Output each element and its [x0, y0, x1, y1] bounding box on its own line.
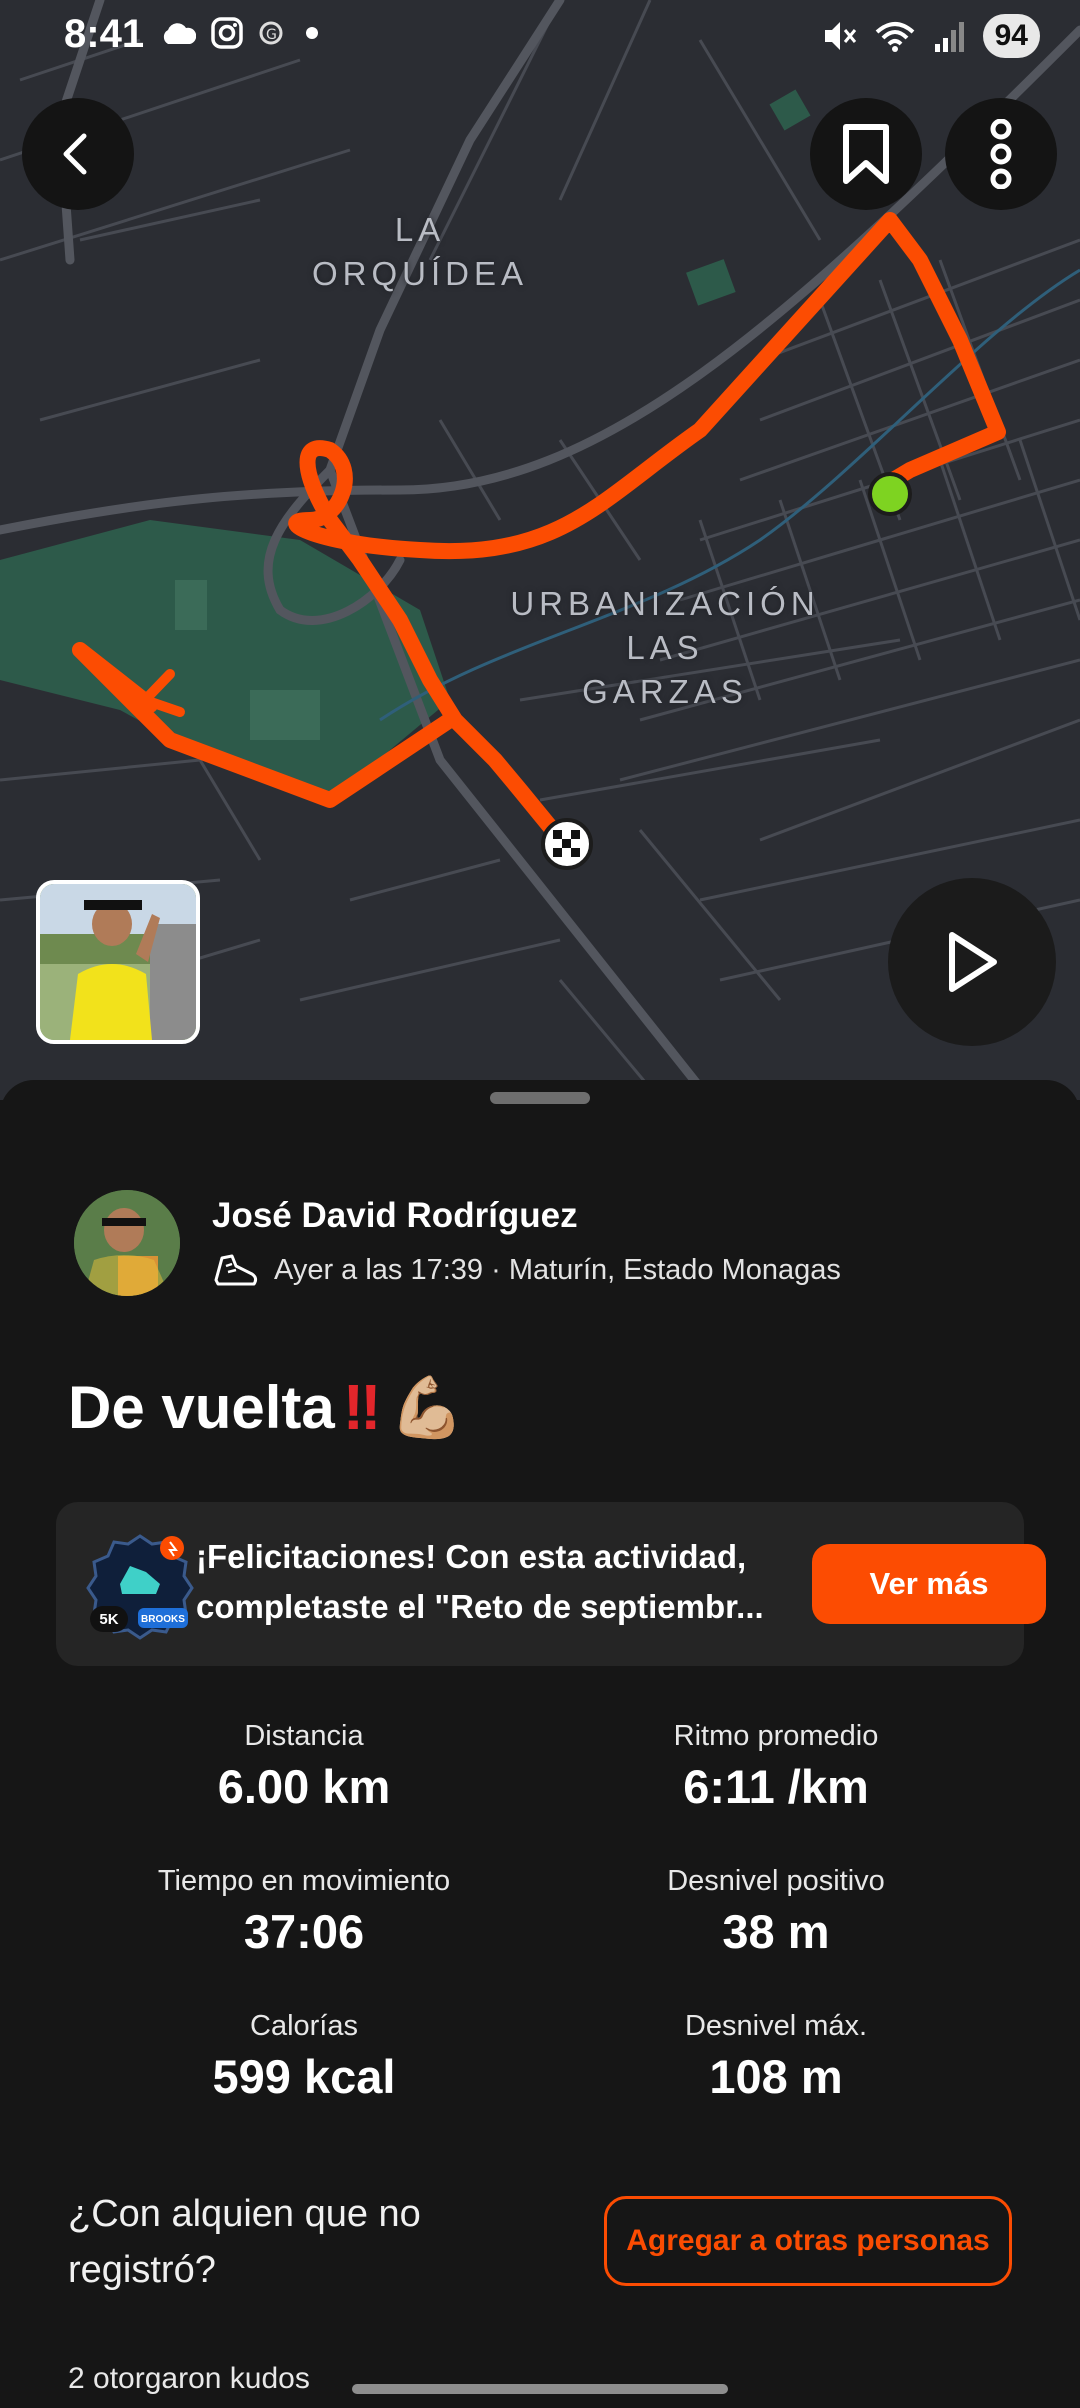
challenge-line-2: completaste el "Reto de septiembr... — [196, 1588, 764, 1625]
mute-icon — [824, 22, 856, 50]
wifi-icon — [875, 22, 914, 52]
bookmark-icon — [843, 124, 889, 184]
more-options-button[interactable] — [945, 98, 1057, 210]
signal-icon — [934, 22, 964, 52]
map-label-urbanizacion: URBANIZACIÓN LAS GARZAS — [510, 585, 820, 710]
avatar[interactable] — [74, 1190, 180, 1296]
stat-label: Ritmo promedio — [673, 1720, 879, 1752]
activity-title-text: De vuelta — [68, 1373, 335, 1441]
activity-title: De vuelta ‼ 💪🏼 — [68, 1370, 464, 1444]
instagram-icon — [211, 17, 243, 49]
park-feature — [686, 259, 736, 306]
sheet-handle[interactable] — [490, 1092, 590, 1104]
see-more-button[interactable]: Ver más — [812, 1544, 1046, 1624]
avatar-image — [74, 1190, 180, 1296]
stat-calories: Calorías 599 kcal — [34, 2010, 574, 2104]
back-button[interactable] — [22, 98, 134, 210]
with-someone-prompt: ¿Con alquien que no registró? — [68, 2193, 421, 2291]
stat-label: Desnivel máx. — [684, 2010, 868, 2042]
play-flyover-button[interactable] — [888, 878, 1056, 1046]
start-marker — [868, 472, 912, 516]
stat-label: Tiempo en movimiento — [157, 1865, 451, 1897]
chevron-left-icon — [63, 133, 87, 175]
stat-max-elevation: Desnivel máx. 108 m — [506, 2010, 1046, 2104]
stat-label: Desnivel positivo — [667, 1865, 885, 1897]
park-feature — [769, 89, 811, 131]
activity-photo — [40, 884, 196, 1040]
cloud-icon — [163, 23, 196, 44]
stat-label: Distancia — [244, 1720, 364, 1752]
bookmark-button[interactable] — [810, 98, 922, 210]
park-feature — [175, 580, 207, 630]
route-map[interactable]: LA ORQUÍDEA URBANIZACIÓN LAS GARZAS 8:41… — [0, 0, 1080, 1100]
status-time: 8:41 — [64, 12, 145, 56]
stat-value: 599 kcal — [212, 2050, 396, 2103]
challenge-completed-card[interactable]: 5K BROOKS ¡Felicitaciones! Con esta acti… — [56, 1502, 1046, 1666]
athlete-name[interactable]: José David Rodríguez — [212, 1196, 578, 1236]
home-indicator[interactable] — [352, 2384, 728, 2394]
challenge-badge-icon: 5K BROOKS — [86, 1534, 194, 1640]
map-label-orquidea: LA ORQUÍDEA — [311, 211, 529, 292]
battery-level: 94 — [982, 14, 1040, 58]
running-shoe-icon — [214, 1254, 258, 1286]
status-bar: 8:41 G 94 — [0, 0, 1080, 72]
double-exclamation-emoji: ‼ — [342, 1371, 382, 1443]
stat-value: 108 m — [709, 2050, 843, 2103]
activity-meta-text: Ayer a las 17:39 · Maturín, Estado Monag… — [274, 1253, 841, 1286]
challenge-message: ¡Felicitaciones! Con esta actividad, com… — [196, 1532, 856, 1632]
badge-5k-text: 5K — [99, 1611, 118, 1628]
stat-value: 38 m — [722, 1905, 830, 1958]
park-feature — [250, 690, 320, 740]
challenge-line-1: ¡Felicitaciones! Con esta actividad, — [196, 1538, 747, 1575]
stat-elevation-gain: Desnivel positivo 38 m — [506, 1865, 1046, 1959]
activity-details-sheet: José David Rodríguez Ayer a las 17:39 · … — [0, 1080, 1080, 2408]
stat-value: 6:11 /km — [683, 1760, 869, 1813]
stat-label: Calorías — [250, 2010, 358, 2042]
kudos-count[interactable]: 2 otorgaron kudos — [68, 2362, 310, 2396]
add-others-button[interactable]: Agregar a otras personas — [604, 2196, 1012, 2286]
stat-moving-time: Tiempo en movimiento 37:06 — [34, 1865, 574, 1959]
activity-photo-thumbnail[interactable] — [36, 880, 200, 1044]
svg-text:G: G — [266, 27, 277, 43]
status-left-icons: G — [160, 16, 322, 50]
stat-average-pace: Ritmo promedio 6:11 /km — [506, 1720, 1046, 1814]
stat-value: 6.00 km — [217, 1760, 391, 1813]
app-notification-icon: G — [259, 21, 283, 45]
stat-distance: Distancia 6.00 km — [34, 1720, 574, 1814]
more-vertical-icon — [990, 119, 1012, 189]
status-right-icons: 94 — [821, 14, 1040, 58]
finish-marker — [541, 818, 593, 870]
dot-icon — [306, 27, 318, 39]
flexed-biceps-emoji: 💪🏼 — [389, 1373, 465, 1441]
play-icon — [949, 932, 997, 992]
activity-meta: Ayer a las 17:39 · Maturín, Estado Monag… — [212, 1250, 841, 1290]
badge-brand-text: BROOKS — [141, 1614, 185, 1625]
stat-value: 37:06 — [243, 1905, 365, 1958]
